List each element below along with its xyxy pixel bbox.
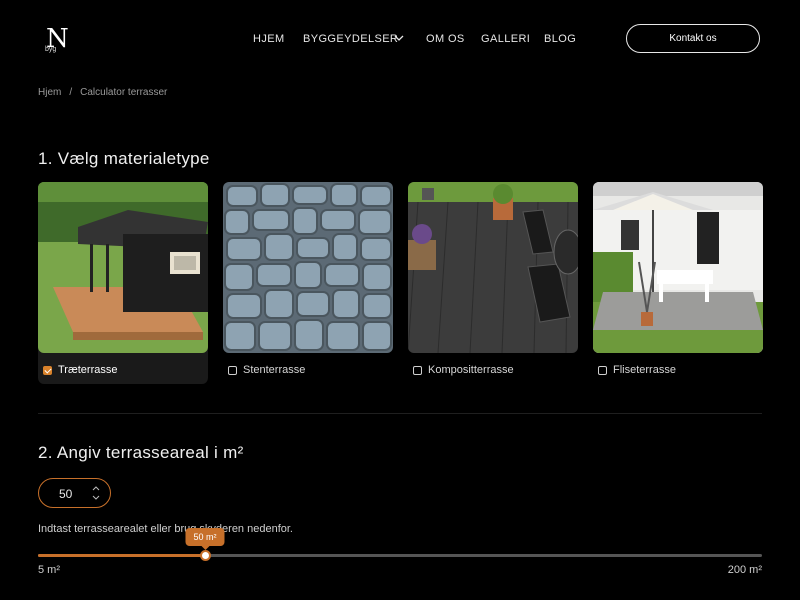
option-label: Fliseterrasse [613,364,676,376]
checkbox-unchecked[interactable] [598,365,607,375]
section-title-area: 2. Angiv terrasseareal i m² [38,443,244,462]
stepper-down-icon[interactable] [91,494,101,502]
site-header: N byg HJEM BYGGEYDELSER OM OS GALLERI BL… [0,0,800,80]
checkbox-unchecked[interactable] [413,365,422,375]
option-kompositterrasse[interactable]: Kompositterrasse [413,364,514,376]
breadcrumb-home[interactable]: Hjem [38,87,61,98]
nav-item-byggeydelser[interactable]: BYGGEYDELSER [303,33,398,45]
option-traeterrasse[interactable]: Træterrasse [43,364,118,376]
section-divider [38,413,762,414]
chevron-down-icon[interactable] [393,32,405,44]
breadcrumb-current: Calculator terrasser [80,87,168,98]
slider-min-label: 5 m² [38,564,60,576]
logo-sub: byg [45,46,57,53]
material-card-stone[interactable]: Stenterrasse [223,182,393,384]
contact-button[interactable]: Kontakt os [626,24,760,53]
nav-item-om-os[interactable]: OM OS [426,33,465,45]
logo[interactable]: N byg [44,26,74,56]
option-label: Stenterrasse [243,364,306,376]
material-card-wood[interactable]: Træterrasse [38,182,208,384]
nav-item-hjem[interactable]: HJEM [253,33,285,45]
stepper-up-icon[interactable] [91,484,101,492]
area-number-input[interactable]: 50 [38,478,111,508]
tile-patio-image [593,182,763,353]
material-card-composite[interactable]: Kompositterrasse [408,182,578,384]
nav-item-galleri[interactable]: GALLERI [481,33,530,45]
composite-deck-image [408,182,578,353]
option-stenterrasse[interactable]: Stenterrasse [228,364,305,376]
material-card-tile[interactable]: Fliseterrasse [593,182,763,384]
breadcrumb: Hjem / Calculator terrasser [38,87,167,98]
slider-max-label: 200 m² [727,564,762,576]
option-label: Træterrasse [58,364,118,376]
area-helper-text: Indtast terrassearealet eller brug skyde… [38,523,293,535]
nav-item-blog[interactable]: BLOG [544,33,576,45]
slider-tooltip: 50 m² [185,528,225,550]
slider-thumb[interactable] [200,550,211,561]
section-title-material: 1. Vælg materialetype [38,149,210,168]
checkbox-checked[interactable] [43,365,52,375]
stone-paving-image [223,182,393,353]
option-fliseterrasse[interactable]: Fliseterrasse [598,364,676,376]
wood-cabin-image [38,182,208,353]
slider-fill [38,554,205,557]
option-label: Kompositterrasse [428,364,514,376]
area-slider[interactable] [38,550,762,561]
area-value[interactable]: 50 [59,487,72,501]
breadcrumb-separator: / [69,87,73,98]
checkbox-unchecked[interactable] [228,365,237,375]
